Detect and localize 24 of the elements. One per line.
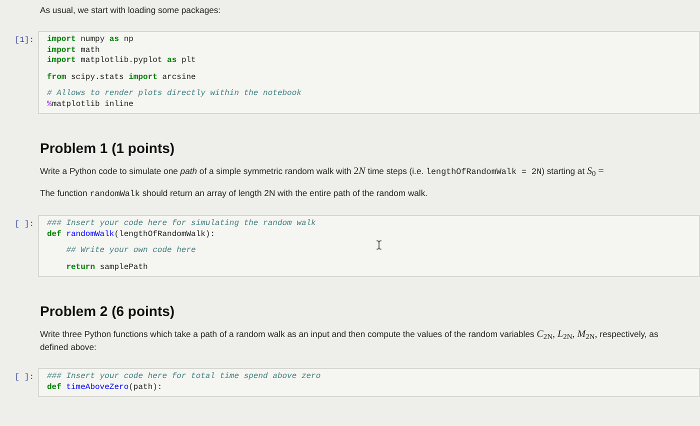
- paragraph: The function randomWalk should return an array of length 2N with the entire path of the random walk.: [40, 187, 428, 201]
- paragraph: As usual, we start with loading some packages:: [40, 4, 221, 17]
- input-prompt: [ ]:: [14, 372, 35, 384]
- code-line: import math: [47, 46, 100, 56]
- code-line: import numpy as np: [47, 35, 134, 46]
- code-line: %matplotlib inline: [47, 100, 134, 110]
- input-prompt: [ ]:: [14, 219, 35, 231]
- input-prompt: [1]:: [14, 35, 35, 47]
- code-line: ### Insert your code here for simulating the random walk: [47, 219, 316, 230]
- paragraph: Write a Python code to simulate one path of a simple symmetric random walk with 2N time steps (i.e. lengthOfRandomWalk = 2N) starting at S$_{0}$ =: [40, 165, 604, 179]
- code-cell[interactable]: ### Insert your code here for total time spend above zero def timeAboveZero(path):: [38, 368, 700, 397]
- problem-heading: Problem 1 (1 points): [40, 139, 175, 158]
- paragraph: Write three Python functions which take a path of a random walk as an input and then compute the values of the random variables C$_{2N}$, L$_{2N}$, M$_{2N}$, respectively, as defined above:: [40, 328, 660, 354]
- code-line: # Allows to render plots directly within the notebook: [47, 89, 302, 100]
- code-line: def randomWalk(lengthOfRandomWalk):: [47, 230, 216, 240]
- code-line: ### Insert your code here for total time spend above zero: [47, 372, 321, 382]
- code-line: return samplePath: [65, 262, 148, 273]
- code-line: ## Write your own code here: [65, 246, 196, 256]
- code-line: from scipy.stats import arcsine: [47, 72, 196, 83]
- code-cell[interactable]: import numpy as np import math import matplotlib.pyplot as plt from scipy.stats import arcsine # Allows to render plots directly within the notebook %matplotlib inline: [38, 31, 700, 114]
- code-line: import matplotlib.pyplot as plt: [47, 56, 196, 66]
- code-line: def timeAboveZero(path):: [47, 382, 162, 393]
- problem-heading: Problem 2 (6 points): [40, 302, 175, 321]
- code-cell[interactable]: ### Insert your code here for simulating the random walk def randomWalk(lengthOfRandomWalk): ## Write your own code here return samplePath: [38, 215, 700, 277]
